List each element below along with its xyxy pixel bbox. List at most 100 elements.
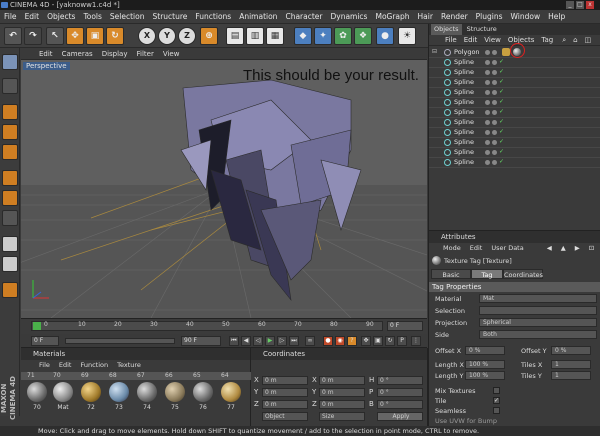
play-backward-icon[interactable]: ◁ — [253, 336, 263, 346]
current-frame-field[interactable]: 0 F — [387, 321, 423, 331]
previous-key-icon[interactable]: ◀ — [241, 336, 251, 346]
redo-icon[interactable]: ↷ — [24, 27, 42, 45]
menu-functions[interactable]: Functions — [195, 12, 231, 21]
texture-tool-icon[interactable] — [2, 190, 18, 206]
material-swatch[interactable] — [221, 382, 241, 402]
undo-icon[interactable]: ↶ — [4, 27, 22, 45]
z-axis-icon[interactable]: Z — [178, 27, 196, 45]
render-picture-viewer-icon[interactable]: ▥ — [246, 27, 264, 45]
object-row-spline[interactable]: Spline ✓ — [429, 118, 600, 128]
objects-menu-tag[interactable]: Tag — [541, 35, 553, 45]
enabled-check-icon[interactable]: ✓ — [499, 148, 504, 155]
back-arrow-icon[interactable]: ◀ — [547, 243, 552, 254]
enabled-check-icon[interactable]: ✓ — [499, 158, 504, 165]
visibility-dot[interactable] — [485, 100, 490, 105]
3d-viewport[interactable]: Perspective This should be your result. — [21, 60, 427, 318]
expand-icon[interactable]: ⊟ — [432, 48, 437, 55]
timeline[interactable]: 0 10 20 30 40 50 60 70 80 90 0 F — [21, 318, 427, 334]
render-dot[interactable] — [492, 60, 497, 65]
menu-file[interactable]: File — [4, 12, 17, 21]
visibility-dot[interactable] — [485, 130, 490, 135]
edges-tool-icon[interactable] — [2, 124, 18, 140]
render-dot[interactable] — [492, 80, 497, 85]
menu-animation[interactable]: Animation — [239, 12, 277, 21]
rotation-h-field[interactable]: 0 ° — [377, 376, 423, 385]
materials-menu-file[interactable]: File — [39, 360, 50, 371]
menu-render[interactable]: Render — [441, 12, 468, 21]
size-z-field[interactable]: 0 m — [319, 400, 365, 409]
visibility-dot[interactable] — [485, 90, 490, 95]
material-swatch[interactable] — [165, 382, 185, 402]
y-axis-icon[interactable]: Y — [158, 27, 176, 45]
enabled-check-icon[interactable]: ✓ — [499, 78, 504, 85]
new-view-icon[interactable]: ◫ — [585, 35, 592, 45]
rotation-b-field[interactable]: 0 ° — [377, 400, 423, 409]
position-y-field[interactable]: 0 m — [262, 388, 308, 397]
menu-mograph[interactable]: MoGraph — [375, 12, 409, 21]
visibility-dot[interactable] — [485, 60, 490, 65]
menu-structure[interactable]: Structure — [153, 12, 188, 21]
search-icon[interactable]: ⌕ — [562, 35, 566, 45]
projection-dropdown[interactable]: Spherical — [479, 318, 597, 327]
menu-character[interactable]: Character — [285, 12, 322, 21]
record-keys-icon[interactable]: ● — [323, 336, 333, 346]
key-rotation-icon[interactable]: ↻ — [385, 336, 395, 346]
attributes-menu-mode[interactable]: Mode — [443, 243, 461, 254]
seamless-checkbox[interactable] — [493, 407, 500, 414]
animation-tool-icon[interactable] — [2, 236, 18, 252]
home-icon[interactable]: ⌂ — [573, 35, 577, 45]
viewport-menu-display[interactable]: Display — [102, 50, 128, 58]
render-dot[interactable] — [492, 70, 497, 75]
viewport-menu-view[interactable]: View — [163, 50, 180, 58]
object-row-spline[interactable]: Spline ✓ — [429, 138, 600, 148]
material-swatch[interactable] — [53, 382, 73, 402]
viewport-menu-cameras[interactable]: Cameras — [62, 50, 93, 58]
end-frame-field[interactable]: 90 F — [181, 336, 221, 346]
scene-object-icon[interactable]: ● — [376, 27, 394, 45]
material-swatch[interactable] — [27, 382, 47, 402]
objects-menu-edit[interactable]: Edit — [464, 35, 478, 45]
visibility-dot[interactable] — [485, 160, 490, 165]
render-dot[interactable] — [492, 110, 497, 115]
start-frame-field[interactable]: 0 F — [31, 336, 59, 346]
object-row-spline[interactable]: Spline ✓ — [429, 98, 600, 108]
enabled-check-icon[interactable]: ✓ — [499, 108, 504, 115]
loop-icon[interactable]: ∞ — [305, 336, 315, 346]
enabled-check-icon[interactable]: ✓ — [499, 128, 504, 135]
render-dot[interactable] — [492, 130, 497, 135]
tile-checkbox[interactable]: ✓ — [493, 397, 500, 404]
enabled-check-icon[interactable]: ✓ — [499, 58, 504, 65]
selection-field[interactable] — [479, 306, 597, 315]
menu-selection[interactable]: Selection — [110, 12, 145, 21]
deformer-icon[interactable]: ❖ — [354, 27, 372, 45]
materials-menu-function[interactable]: Function — [80, 360, 108, 371]
offset-y-field[interactable]: 0 % — [551, 346, 591, 355]
go-to-start-icon[interactable]: ⏮ — [229, 336, 239, 346]
size-mode-dropdown[interactable]: Size — [319, 412, 365, 421]
length-x-field[interactable]: 100 % — [465, 360, 505, 369]
enabled-check-icon[interactable]: ✓ — [499, 138, 504, 145]
side-dropdown[interactable]: Both — [479, 330, 597, 339]
visibility-dot[interactable] — [485, 120, 490, 125]
x-axis-icon[interactable]: X — [138, 27, 156, 45]
material-swatch[interactable] — [137, 382, 157, 402]
axis-tool-icon[interactable] — [2, 170, 18, 186]
object-row-spline[interactable]: Spline ✓ — [429, 158, 600, 168]
menu-edit[interactable]: Edit — [25, 12, 40, 21]
next-key-icon[interactable]: ▷ — [277, 336, 287, 346]
light-icon[interactable]: ☀ — [398, 27, 416, 45]
key-position-icon[interactable]: ✥ — [361, 336, 371, 346]
apply-button[interactable]: Apply — [377, 412, 423, 421]
points-tool-icon[interactable] — [2, 104, 18, 120]
menu-objects[interactable]: Objects — [47, 12, 75, 21]
lock-icon[interactable]: ⊡ — [589, 243, 594, 254]
key-scale-icon[interactable]: ▣ — [373, 336, 383, 346]
inverse-kinematics-icon[interactable] — [2, 256, 18, 272]
menu-tools[interactable]: Tools — [83, 12, 101, 21]
array-icon[interactable]: ✿ — [334, 27, 352, 45]
visibility-dot[interactable] — [485, 50, 490, 55]
render-dot[interactable] — [492, 150, 497, 155]
tab-basic[interactable]: Basic — [431, 269, 471, 279]
rotation-p-field[interactable]: 0 ° — [377, 388, 423, 397]
maximize-button[interactable]: □ — [576, 1, 584, 9]
